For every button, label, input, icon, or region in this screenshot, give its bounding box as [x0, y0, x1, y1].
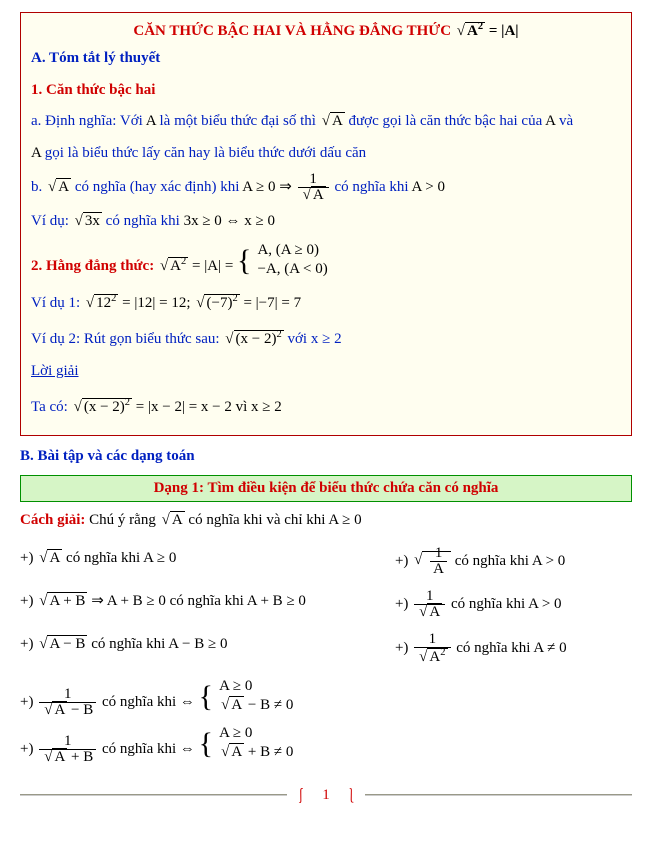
subheading-2: 2. Hằng đẳng thức: A2 = |A| = { A, (A ≥ … — [31, 241, 621, 280]
frac-1-over-sqrtA: 1 A — [298, 172, 329, 203]
example-1: Ví dụ: 3x có nghĩa khi 3x ≥ 0 ⇔ x ≥ 0 — [31, 209, 621, 235]
loi-giai-label: Lời giải — [31, 359, 621, 385]
b-cond2: A > 0 — [412, 179, 445, 195]
conditions-row-2: +) A + B ⇒ A + B ≥ 0 có nghĩa khi A + B … — [20, 583, 632, 626]
def-a-t4: và — [559, 113, 573, 129]
cg-cond: A ≥ 0 — [328, 512, 361, 528]
ex1-cond: 3x ≥ 0 ⇔ x ≥ 0 — [184, 213, 275, 229]
definition-a-line2: A gọi là biểu thức lấy căn hay là biểu t… — [31, 141, 621, 167]
page-footer: ⎰ 1 ⎱ — [20, 785, 632, 806]
definition-a: a. Định nghĩa: Với A là một biểu thức đạ… — [31, 109, 621, 135]
taco-label: Ta có: — [31, 399, 72, 415]
def-a-t3: được gọi là căn thức bậc hai của — [349, 113, 546, 129]
ex1-pre: Ví dụ: — [31, 213, 73, 229]
vd2-cond: với x ≥ 2 — [287, 331, 341, 347]
b-arrow: ⇒ — [279, 179, 295, 195]
cond-1-over-sqrtA-minus-B: +) 1 A − B có nghĩa khi ⇔ { A ≥ 0 A − B … — [20, 677, 632, 718]
footer-brace-right-icon: ⎱ — [344, 785, 359, 806]
taco-expr: (x − 2)2 = |x − 2| = x − 2 vì x ≥ 2 — [72, 399, 282, 415]
subheading-1: 1. Căn thức bậc hai — [31, 78, 621, 104]
example-vd2: Ví dụ 2: Rút gọn biểu thức sau: (x − 2)2… — [31, 322, 621, 353]
cond-sqrtAmB: +) A − B có nghĩa khi A − B ≥ 0 — [20, 632, 375, 665]
definition-b: b. A có nghĩa (hay xác định) khi A ≥ 0 ⇒… — [31, 172, 621, 203]
cond-sqrt-1overA: +) 1A có nghĩa khi A > 0 — [395, 546, 652, 577]
cach-giai: Cách giải: Chú ý rằng A có nghĩa khi và … — [20, 508, 632, 534]
def-a-l2: gọi là biểu thức lấy căn hay là biểu thứ… — [45, 145, 366, 161]
title-text: CĂN THỨC BẬC HAI VÀ HẰNG ĐẲNG THỨC — [133, 23, 454, 39]
doc-title: CĂN THỨC BẬC HAI VÀ HẰNG ĐẲNG THỨC A2 = … — [31, 21, 621, 40]
vd1-body: 122 = |12| = 12; (−7)2 = |−7| = 7 — [84, 295, 301, 311]
conditions-row-1: +) A có nghĩa khi A ≥ 0 +) 1A có nghĩa k… — [20, 540, 632, 583]
theory-box: CĂN THỨC BẬC HAI VÀ HẰNG ĐẲNG THỨC A2 = … — [20, 12, 632, 436]
sym-A3: A — [31, 145, 41, 161]
sqrt-3x-icon: 3x — [73, 209, 102, 235]
b-t1: có nghĩa (hay xác định) khi — [75, 179, 242, 195]
def-a-label: a. Định nghĩa: — [31, 113, 116, 129]
sqrt-A-icon-3: A — [160, 508, 185, 534]
cg-body: Chú ý rằng — [89, 512, 159, 528]
cond-sqrtA: +) A có nghĩa khi A ≥ 0 — [20, 546, 375, 577]
cg-mid: có nghĩa khi và chỉ khi — [188, 512, 328, 528]
footer-rule-right — [365, 794, 632, 796]
sym-A2: A — [545, 113, 555, 129]
vd2-expr: (x − 2)2 — [223, 331, 287, 347]
b-t2: có nghĩa khi — [334, 179, 411, 195]
vd1-label: Ví dụ 1: — [31, 295, 84, 311]
vd2-label: Ví dụ 2: Rút gọn biểu thức sau: — [31, 331, 223, 347]
sqrt-A-icon-2: A — [46, 175, 71, 201]
def-a-t2: là một biểu thức đại số thì — [160, 113, 320, 129]
sym-A: A — [146, 113, 156, 129]
h2-label: 2. Hằng đẳng thức: — [31, 258, 158, 274]
dang-1-bar: Dạng 1: Tìm điều kiện để biểu thức chứa … — [20, 475, 632, 502]
b-label: b. — [31, 179, 46, 195]
footer-brace-left-icon: ⎰ — [293, 785, 308, 806]
page-number: 1 — [314, 787, 338, 804]
conditions-row-3: +) A − B có nghĩa khi A − B ≥ 0 +) 1A2 c… — [20, 626, 632, 671]
footer-rule-left — [20, 794, 287, 796]
example-vd1: Ví dụ 1: 122 = |12| = 12; (−7)2 = |−7| =… — [31, 286, 621, 317]
identity: A2 = |A| = { A, (A ≥ 0) −A, (A < 0) — [158, 258, 328, 274]
section-a-heading: A. Tóm tắt lý thuyết — [31, 46, 621, 72]
cond-sqrtApB: +) A + B ⇒ A + B ≥ 0 có nghĩa khi A + B … — [20, 589, 375, 620]
page: CĂN THỨC BẬC HAI VÀ HẰNG ĐẲNG THỨC A2 = … — [0, 0, 652, 810]
cond-1-over-sqrtA-plus-B: +) 1 A + B có nghĩa khi ⇔ { A ≥ 0 A + B … — [20, 724, 632, 765]
section-b-heading: B. Bài tập và các dạng toán — [20, 444, 632, 470]
cg-label: Cách giải: — [20, 512, 89, 528]
b-cond1: A ≥ 0 — [242, 179, 275, 195]
ex1-mid: có nghĩa khi — [106, 213, 184, 229]
cond-1-over-sqrtA: +) 1A có nghĩa khi A > 0 — [395, 589, 652, 620]
ta-co: Ta có: (x − 2)2 = |x − 2| = x − 2 vì x ≥… — [31, 390, 621, 421]
title-formula: A2 = |A| — [455, 23, 519, 39]
sqrt-A-icon: A — [320, 109, 345, 135]
def-a-t1: Với — [120, 113, 146, 129]
cond-1-over-sqrtA2: +) 1A2 có nghĩa khi A ≠ 0 — [395, 632, 652, 665]
